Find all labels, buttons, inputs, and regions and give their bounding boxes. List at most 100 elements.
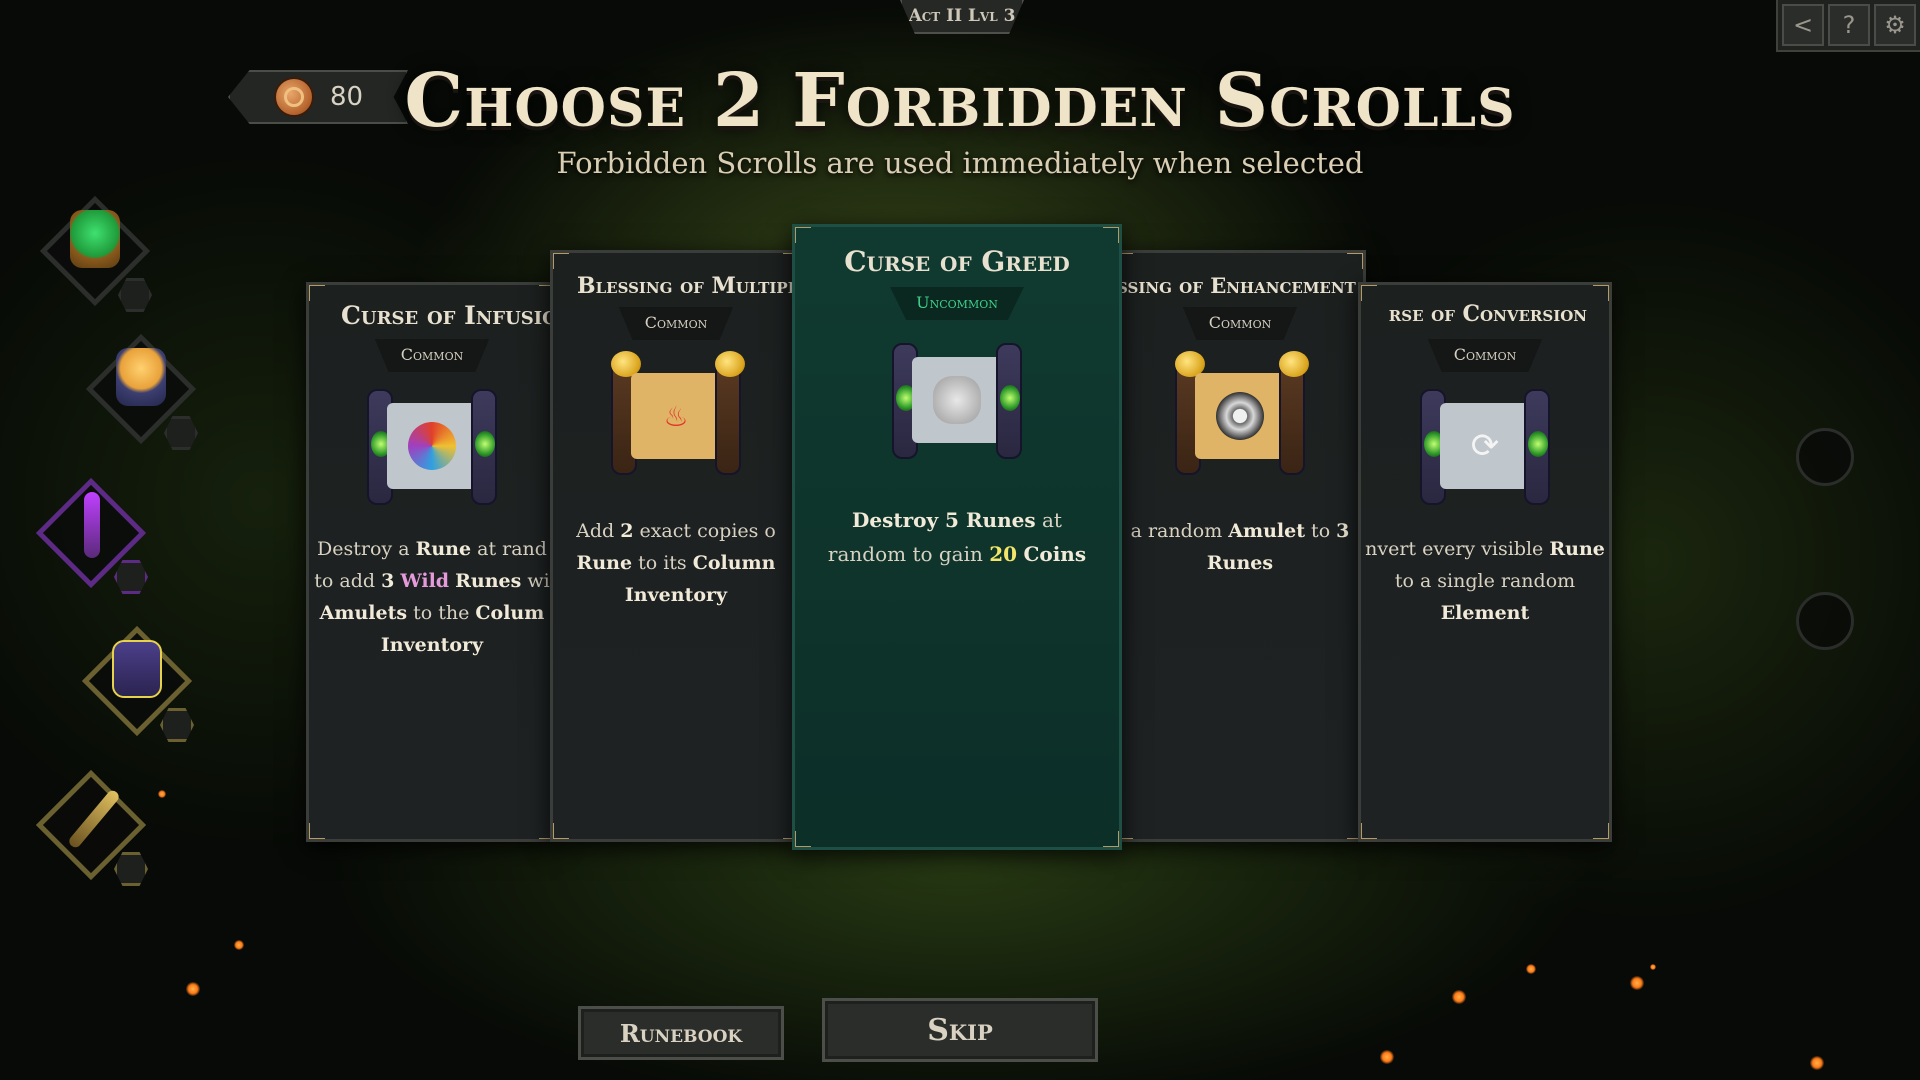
description-text: at [1035, 508, 1062, 532]
help-icon: ? [1842, 11, 1856, 39]
ember-particle [1810, 1056, 1824, 1070]
amulet-scroll-icon [1175, 351, 1309, 475]
description-text: Destroy a [317, 538, 416, 560]
description-line: Destroy 5 Runes at [795, 503, 1119, 537]
runebook-label: Runebook [619, 1018, 743, 1048]
description-text: a random [1130, 520, 1229, 542]
description-text: to add [314, 570, 382, 592]
side-slot-2[interactable] [1796, 592, 1854, 650]
relic-slot-2[interactable] [85, 333, 198, 450]
card-rarity: Common [374, 339, 490, 372]
relic-slot-5[interactable] [35, 769, 148, 886]
keyword: Destroy 5 Runes [852, 508, 1036, 532]
description-line: Inventory [309, 629, 555, 661]
ember-particle [158, 790, 166, 798]
description-line: to a single random [1361, 565, 1609, 597]
scroll-card-5[interactable]: rse of Conversion Common ⟳ nvert every v… [1358, 282, 1612, 842]
card-description: Add 2 exact copies o Rune to its Column In… [553, 515, 799, 611]
description-line: nvert every visible Rune [1361, 533, 1609, 565]
keyword: Column [692, 552, 776, 574]
keyword: 2 [620, 520, 634, 542]
skip-button[interactable]: Skip [822, 998, 1098, 1062]
ember-particle [186, 982, 200, 996]
help-button[interactable]: ? [1828, 4, 1870, 46]
top-right-toolbar: < ? ⚙ [1776, 0, 1920, 52]
keyword: 3 [1336, 520, 1350, 542]
lightning-totem-icon [112, 640, 162, 698]
keyword: Inventory [380, 634, 484, 656]
page-subtitle: Forbidden Scrolls are used immediately w… [556, 146, 1364, 180]
description-text: Add [576, 520, 621, 542]
keyword: Amulets [319, 602, 408, 624]
keyword: Rune [1549, 538, 1605, 560]
description-text: at rand [471, 538, 547, 560]
keyword: Rune [576, 552, 633, 574]
scroll-card-2[interactable]: Blessing of Multipli Common ♨ Add 2 exac… [550, 250, 802, 842]
keyword: Colum [475, 602, 545, 624]
coins-scroll-icon [892, 343, 1022, 459]
card-name: ssing of Enhancement [1117, 273, 1356, 298]
card-rarity: Uncommon [890, 287, 1024, 320]
description-line: Inventory [553, 579, 799, 611]
ember-particle [1526, 964, 1536, 974]
gear-icon: ⚙ [1884, 11, 1906, 39]
card-rarity: Common [1182, 307, 1298, 340]
description-line: Add 2 exact copies o [553, 515, 799, 547]
card-name: Curse of Greed [844, 245, 1070, 278]
orange-rune-ring-icon [116, 348, 166, 406]
card-rarity: Common [618, 307, 734, 340]
ember-particle [234, 940, 244, 950]
description-text: to [1305, 520, 1337, 542]
description-line: Amulets to the Colum [309, 597, 555, 629]
skip-label: Skip [927, 1012, 993, 1048]
relic-slot-4[interactable] [81, 625, 194, 742]
scroll-card-1[interactable]: Curse of Infusio Common Destroy a Rune a… [306, 282, 558, 842]
convert-scroll-icon: ⟳ [1420, 389, 1550, 505]
description-text: Wild [400, 570, 450, 592]
act-level-label: Act II Lvl 3 [908, 6, 1016, 26]
side-slot-1[interactable] [1796, 428, 1854, 486]
scroll-card-4[interactable]: ssing of Enhancement Common a random Amu… [1114, 250, 1366, 842]
flame-scroll-icon: ♨ [611, 351, 745, 475]
description-line: Destroy a Rune at rand [309, 533, 555, 565]
description-text: wi [521, 570, 550, 592]
green-gem-ring-icon [70, 210, 120, 268]
card-description: a random Amulet to 3 Runes [1117, 515, 1363, 579]
description-text: random to gain [827, 542, 990, 566]
runebook-button[interactable]: Runebook [578, 1006, 784, 1060]
ember-particle [1380, 1050, 1394, 1064]
card-description: Destroy a Rune at rand to add 3 Wild Rune… [309, 533, 555, 661]
settings-button[interactable]: ⚙ [1874, 4, 1916, 46]
description-line: a random Amulet to 3 [1117, 515, 1363, 547]
ember-particle [1452, 990, 1466, 1004]
keyword: Runes [455, 570, 522, 592]
share-button[interactable]: < [1782, 4, 1824, 46]
description-line: Rune to its Column [553, 547, 799, 579]
card-name: Curse of Infusio [341, 301, 558, 330]
relic-slot-3[interactable] [35, 477, 148, 594]
description-line: random to gain 20 Coins [795, 537, 1119, 571]
description-line: Runes [1117, 547, 1363, 579]
relic-slot-1[interactable] [39, 195, 152, 312]
share-icon: < [1792, 11, 1814, 39]
description-text: nvert every visible [1365, 538, 1550, 560]
keyword: Inventory [624, 584, 728, 606]
description-text: 20 [989, 542, 1018, 566]
page-title: Choose 2 Forbidden Scrolls [404, 58, 1516, 144]
card-name: rse of Conversion [1388, 301, 1587, 327]
keyword: Amulet [1228, 520, 1306, 542]
keyword: 3 [381, 570, 395, 592]
ember-particle [1650, 964, 1656, 970]
description-line: Element [1361, 597, 1609, 629]
act-level-tab: Act II Lvl 3 [900, 0, 1024, 34]
keyword: Rune [415, 538, 472, 560]
description-text: exact copies o [633, 520, 776, 542]
card-rarity: Common [1427, 339, 1543, 372]
card-name: Blessing of Multipli [577, 273, 802, 299]
card-description: nvert every visible Rune to a single rand… [1361, 533, 1609, 629]
description-text: to a single random [1394, 570, 1576, 592]
purple-staff-icon [84, 492, 100, 558]
description-text: to its [632, 552, 693, 574]
ember-particle [1630, 976, 1644, 990]
scroll-card-3-selected[interactable]: Curse of Greed Uncommon Destroy 5 Runes … [792, 224, 1122, 850]
